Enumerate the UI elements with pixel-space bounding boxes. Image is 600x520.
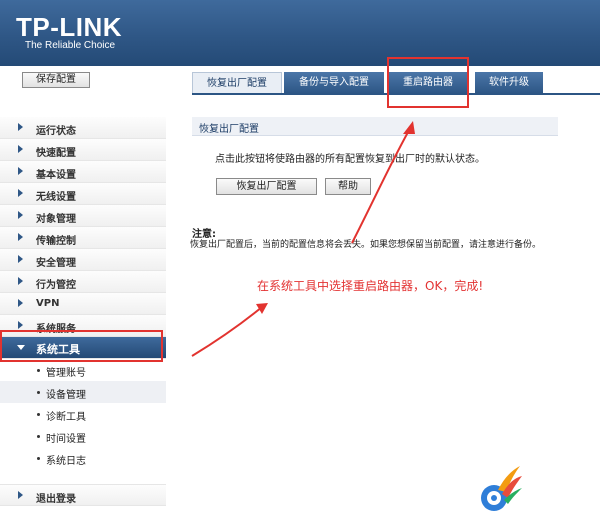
router-admin-page: { "header": { "logo": "TP-LINK", "taglin… xyxy=(0,0,600,520)
watermark-badge-icon xyxy=(481,466,522,511)
arrow-to-system-tools-head xyxy=(256,303,268,314)
arrow-to-system-tools xyxy=(191,306,263,357)
arrow-to-reboot-tab xyxy=(351,124,413,244)
annotation-arrows xyxy=(191,121,415,357)
arrow-to-reboot-tab-head xyxy=(403,121,415,134)
